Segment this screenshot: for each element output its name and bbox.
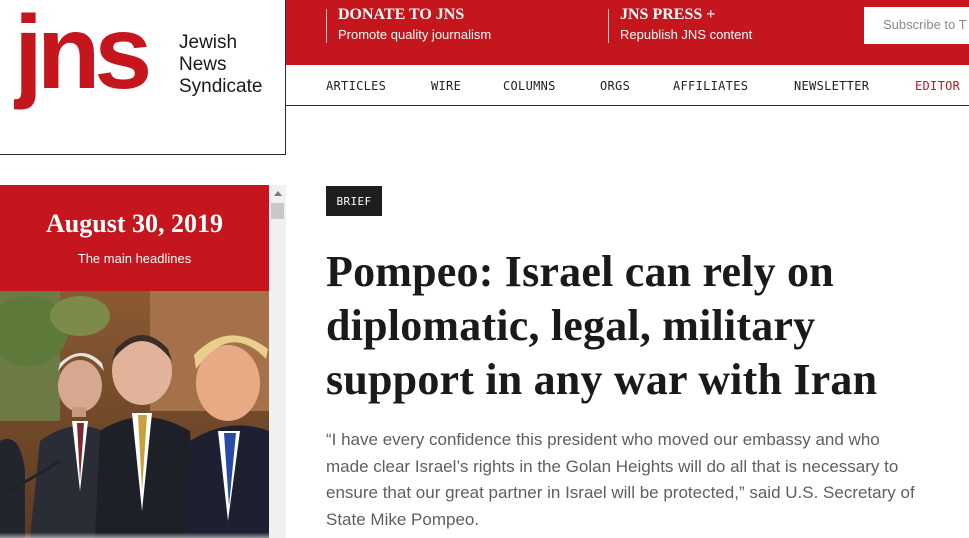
donate-subtitle: Promote quality journalism <box>338 27 492 42</box>
main-headlines-panel[interactable]: August 30, 2019 The main headlines <box>0 185 269 538</box>
nav-item-orgs[interactable]: ORGS <box>600 79 630 93</box>
logo-line-news: News <box>179 54 227 75</box>
main-nav: ARTICLES WIRE COLUMNS ORGS AFFILIATES NE… <box>286 65 969 106</box>
jns-logo-mark: jns <box>14 2 154 111</box>
site-logo[interactable]: jns Jewish News Syndicate <box>0 0 286 155</box>
article-dek: “I have every confidence this president … <box>326 430 915 529</box>
jns-press-title: JNS PRESS + <box>620 6 716 23</box>
subscribe-input[interactable]: Subscribe to T <box>864 7 969 44</box>
scroll-up-icon[interactable] <box>269 185 286 202</box>
nav-item-affiliates[interactable]: AFFILIATES <box>673 79 748 93</box>
scroll-thumb[interactable] <box>271 203 284 219</box>
nav-item-editor[interactable]: EDITOR <box>915 79 960 93</box>
nav-item-articles[interactable]: ARTICLES <box>326 79 386 93</box>
category-badge[interactable]: BRIEF <box>326 186 382 216</box>
nav-item-columns[interactable]: COLUMNS <box>503 79 556 93</box>
logo-wordmark: Jewish News Syndicate <box>179 32 262 98</box>
jns-press-subtitle: Republish JNS content <box>620 27 753 42</box>
svg-text:jns: jns <box>14 2 148 111</box>
donate-title: DONATE TO JNS <box>338 6 465 23</box>
logo-line-jewish: Jewish <box>179 32 238 53</box>
nav-item-wire[interactable]: WIRE <box>431 79 461 93</box>
top-promo-bar: DONATE TO JNS Promote quality journalism… <box>286 0 969 65</box>
article-headline: Pompeo: Israel can rely on diplomatic, l… <box>326 247 878 404</box>
jns-press-link[interactable]: JNS PRESS + Republish JNS content <box>608 6 753 43</box>
nav-item-newsletter[interactable]: NEWSLETTER <box>794 79 869 93</box>
logo-line-syndicate: Syndicate <box>179 76 263 97</box>
headline-photo[interactable] <box>0 291 269 538</box>
panel-scrollbar[interactable] <box>269 185 286 538</box>
headlines-subtitle: The main headlines <box>77 251 192 266</box>
donate-link[interactable]: DONATE TO JNS Promote quality journalism <box>326 6 492 43</box>
headlines-date: August 30, 2019 <box>46 209 223 238</box>
